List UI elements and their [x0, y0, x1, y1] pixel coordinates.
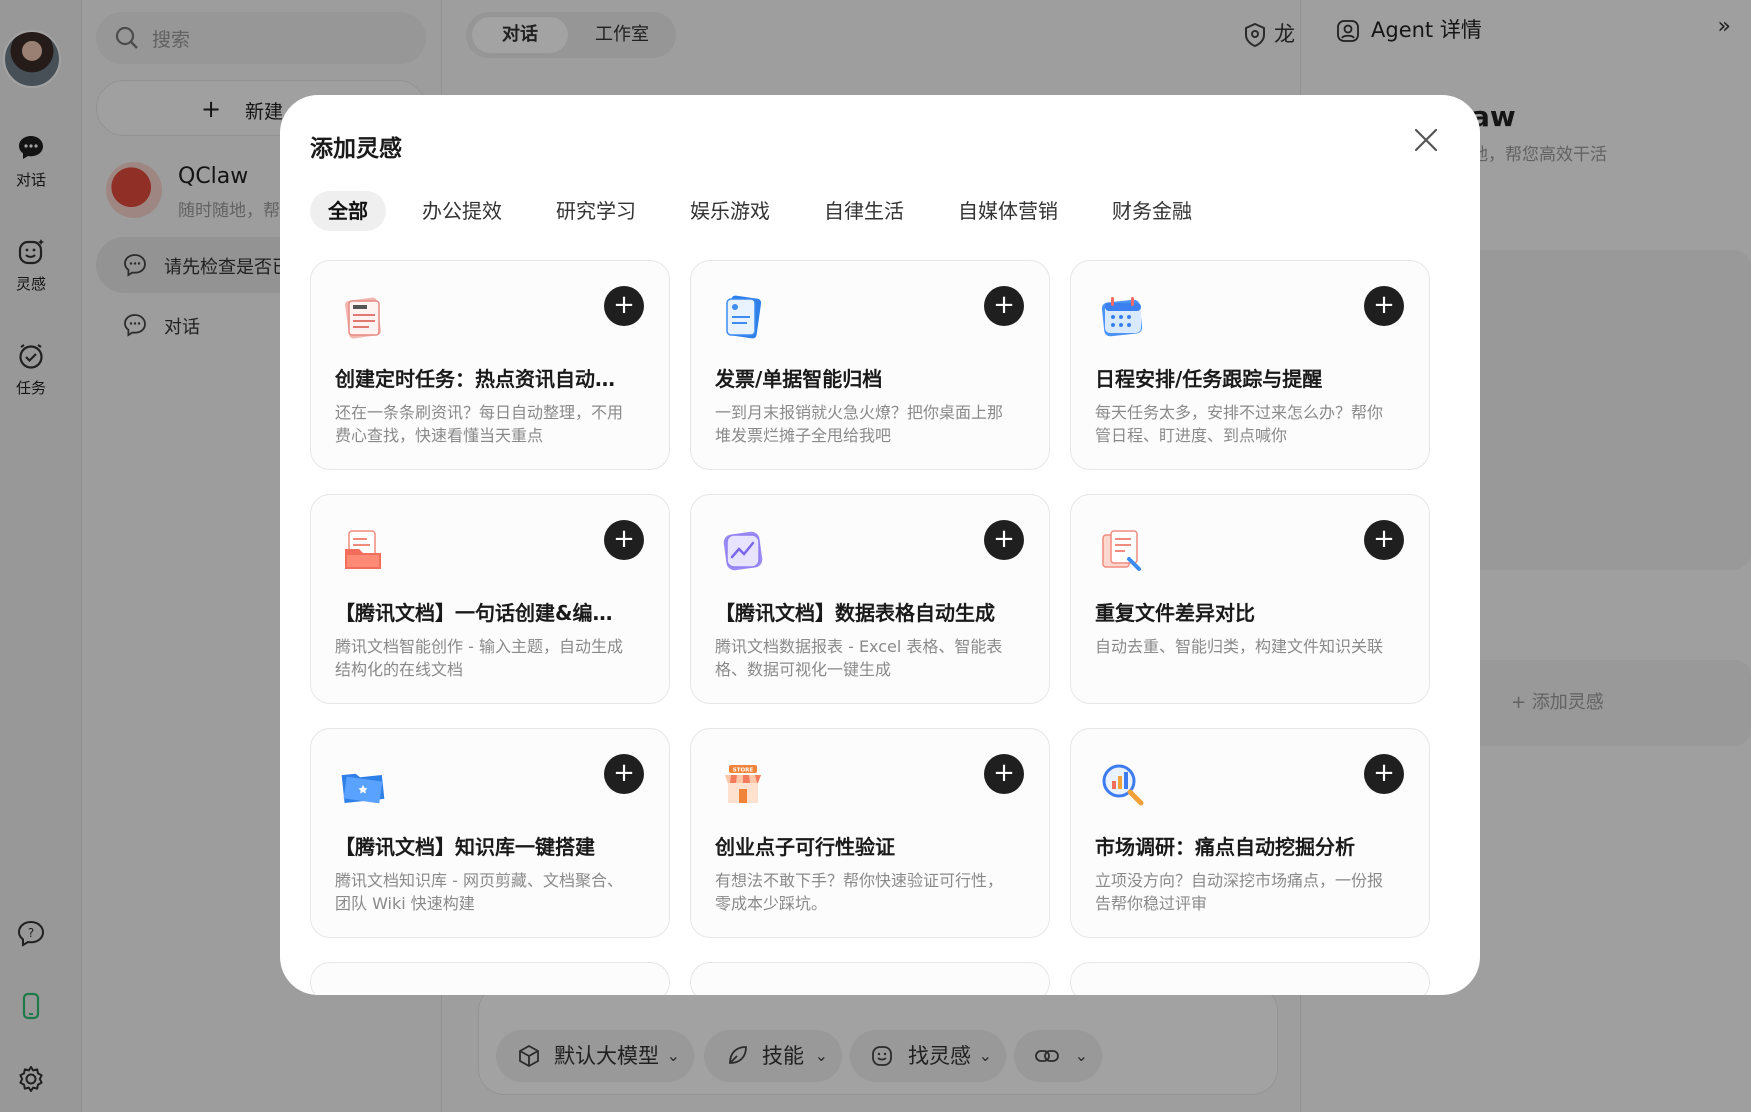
modal-title: 添加灵感 [310, 136, 402, 162]
card-description: 还在一条条刷资讯？每日自动整理，不用费心查找，快速看懂当天重点 [335, 403, 624, 445]
card-title: 【腾讯文档】知识库一键搭建 [335, 835, 595, 859]
add-button[interactable]: + [604, 754, 644, 794]
card-description: 自动去重、智能归类，构建文件知识关联 [1095, 637, 1384, 656]
card-title: 市场调研：痛点自动挖掘分析 [1095, 835, 1355, 859]
card-description: 每天任务太多，安排不过来怎么办？帮你管日程、盯进度、到点喊你 [1095, 403, 1384, 445]
receipt-icon [726, 295, 762, 339]
add-button[interactable]: + [1364, 520, 1404, 560]
news-paper-icon [345, 297, 381, 339]
inspiration-card[interactable]: STORE + 创业点子可行性验证 有想法不敢下手？帮你快速验证可行性，零成本少… [690, 728, 1050, 938]
add-inspiration-modal: 添加灵感 全部 办公提效 研究学习 娱乐游戏 自律生活 自媒体营销 财务金融 +… [280, 95, 1480, 995]
inspiration-card[interactable]: + 重复文件差异对比 自动去重、智能归类，构建文件知识关联 [1070, 494, 1430, 704]
card-title: 创建定时任务：热点资讯自动… [335, 367, 615, 391]
inspiration-card[interactable]: + 【腾讯文档】数据表格自动生成 腾讯文档数据报表 - Excel 表格、智能表… [690, 494, 1050, 704]
tab-office[interactable]: 办公提效 [404, 191, 520, 231]
add-button[interactable]: + [604, 520, 644, 560]
document-compare-icon [1102, 530, 1141, 571]
store-icon: STORE [725, 765, 761, 803]
card-description: 一到月末报销就火急火燎？把你桌面上那堆发票烂摊子全甩给我吧 [715, 403, 1004, 445]
card-title: 发票/单据智能归档 [715, 367, 883, 391]
close-icon[interactable] [1411, 125, 1441, 155]
card-title: 日程安排/任务跟踪与提醒 [1095, 367, 1323, 391]
card-title: 重复文件差异对比 [1095, 601, 1255, 625]
chart-card-icon [723, 531, 763, 571]
add-button[interactable]: + [604, 286, 644, 326]
card-title: 【腾讯文档】数据表格自动生成 [715, 601, 995, 625]
tab-all[interactable]: 全部 [310, 191, 386, 231]
inspiration-card[interactable]: + 市场调研：痛点自动挖掘分析 立项没方向？自动深挖市场痛点，一份报告帮你稳过评… [1070, 728, 1430, 938]
category-tabs: 全部 办公提效 研究学习 娱乐游戏 自律生活 自媒体营销 财务金融 [310, 191, 1228, 231]
card-description: 有想法不敢下手？帮你快速验证可行性，零成本少踩坑。 [715, 871, 1004, 913]
inspiration-card[interactable]: + 【腾讯文档】一句话创建&编… 腾讯文档智能创作 - 输入主题，自动生成结构化… [310, 494, 670, 704]
calendar-icon [1101, 297, 1143, 337]
card-title: 【腾讯文档】一句话创建&编… [335, 601, 613, 625]
inspiration-card[interactable] [310, 962, 670, 995]
tab-lifestyle[interactable]: 自律生活 [806, 191, 922, 231]
tab-media-marketing[interactable]: 自媒体营销 [940, 191, 1076, 231]
card-description: 腾讯文档智能创作 - 输入主题，自动生成结构化的在线文档 [335, 637, 623, 679]
card-title: 创业点子可行性验证 [715, 835, 895, 859]
inspiration-card[interactable]: + 发票/单据智能归档 一到月末报销就火急火燎？把你桌面上那堆发票烂摊子全甩给我… [690, 260, 1050, 470]
add-button[interactable]: + [984, 520, 1024, 560]
blue-folder-icon [341, 773, 385, 804]
inspiration-card[interactable]: + 【腾讯文档】知识库一键搭建 腾讯文档知识库 - 网页剪藏、文档聚合、团队 W… [310, 728, 670, 938]
card-description: 腾讯文档数据报表 - Excel 表格、智能表格、数据可视化一键生成 [715, 637, 1003, 679]
card-description: 腾讯文档知识库 - 网页剪藏、文档聚合、团队 Wiki 快速构建 [335, 871, 623, 913]
magnifier-chart-icon [1102, 764, 1144, 806]
document-folder-icon [345, 530, 381, 569]
card-description: 立项没方向？自动深挖市场痛点，一份报告帮你稳过评审 [1095, 871, 1384, 913]
add-button[interactable]: + [984, 286, 1024, 326]
add-button[interactable]: + [984, 754, 1024, 794]
add-button[interactable]: + [1364, 286, 1404, 326]
tab-study[interactable]: 研究学习 [538, 191, 654, 231]
svg-text:STORE: STORE [733, 768, 754, 774]
inspiration-card[interactable]: + 日程安排/任务跟踪与提醒 每天任务太多，安排不过来怎么办？帮你管日程、盯进度… [1070, 260, 1430, 470]
inspiration-card[interactable]: + 创建定时任务：热点资讯自动… 还在一条条刷资讯？每日自动整理，不用费心查找，… [310, 260, 670, 470]
tab-entertainment[interactable]: 娱乐游戏 [672, 191, 788, 231]
add-button[interactable]: + [1364, 754, 1404, 794]
inspiration-card[interactable] [1070, 962, 1430, 995]
inspiration-card[interactable] [690, 962, 1050, 995]
tab-finance[interactable]: 财务金融 [1094, 191, 1210, 231]
